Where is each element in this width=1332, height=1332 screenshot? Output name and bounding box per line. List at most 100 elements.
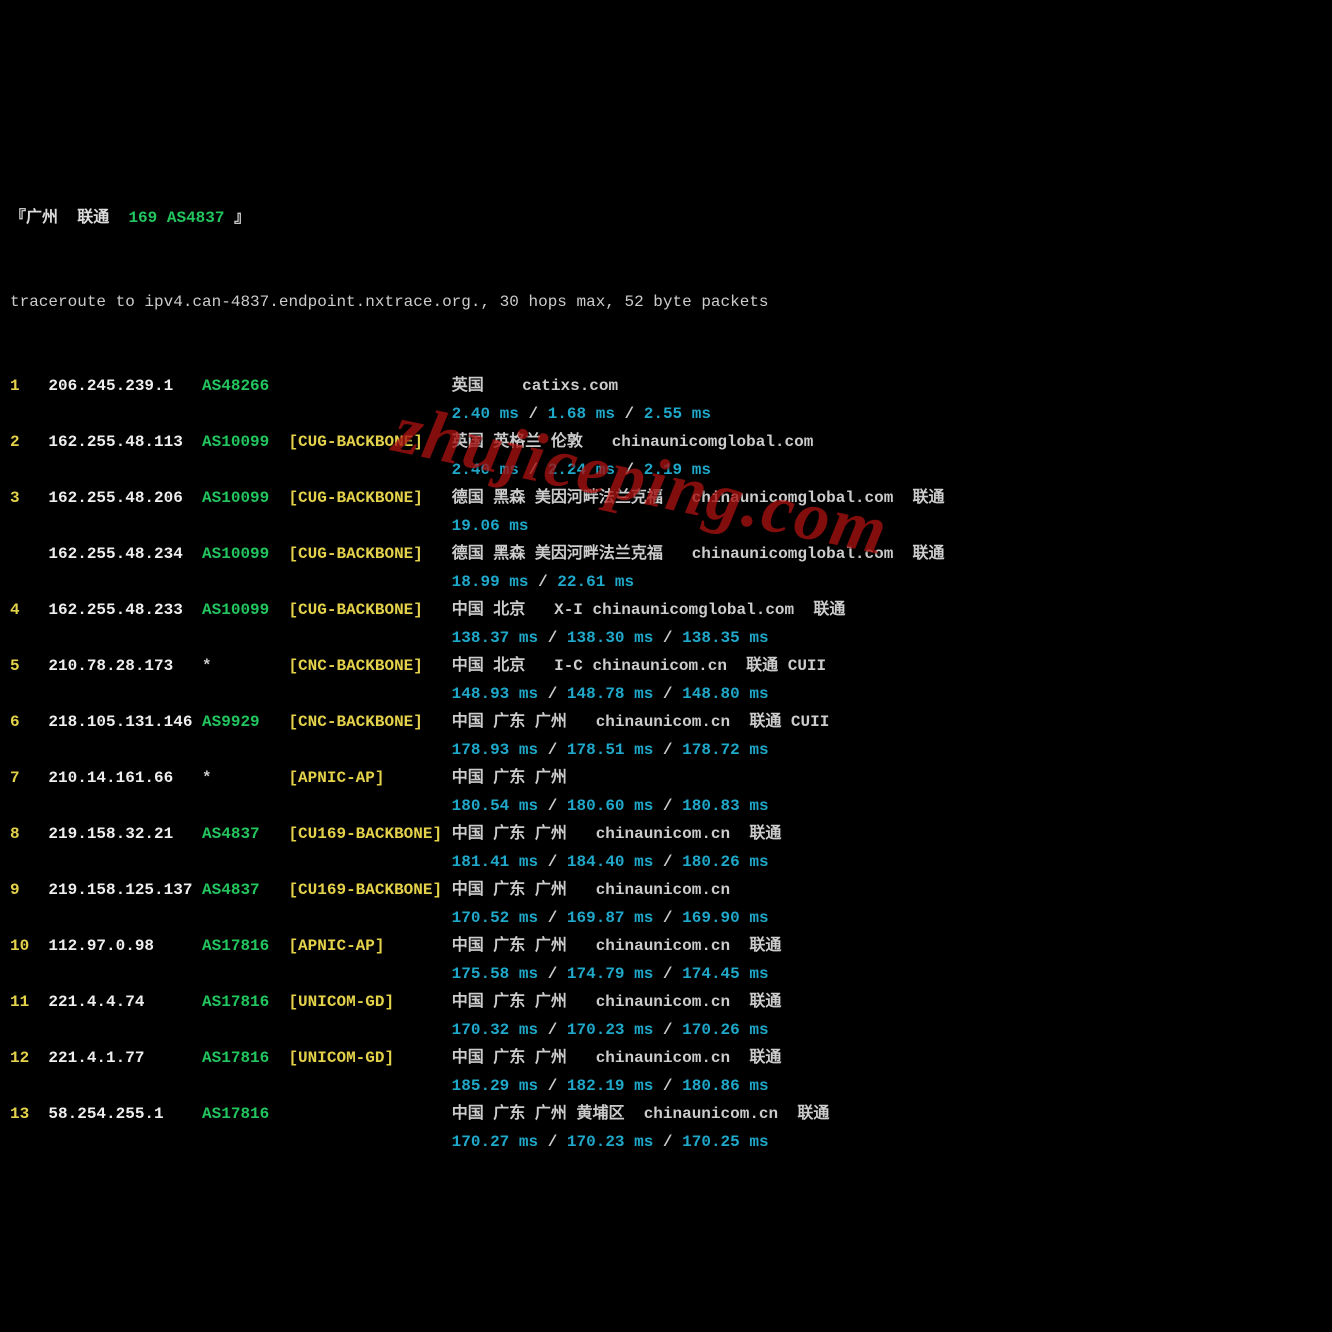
hop-time: 170.26 ms <box>682 1021 768 1039</box>
time-separator: / <box>538 797 567 815</box>
hop-ip: 206.245.239.1 <box>48 377 202 395</box>
time-separator: / <box>538 741 567 759</box>
hop-time: 2.19 ms <box>644 461 711 479</box>
hop-number <box>10 545 48 563</box>
hop-location: 中国 广东 广州 chinaunicom.cn 联通 <box>452 1049 782 1067</box>
hop-ip: 162.255.48.234 <box>48 545 202 563</box>
hop-number: 7 <box>10 769 48 787</box>
hop-time: 181.41 ms <box>452 853 538 871</box>
hop-time: 148.93 ms <box>452 685 538 703</box>
hop-ip: 162.255.48.113 <box>48 433 202 451</box>
hop-times-row: 185.29 ms / 182.19 ms / 180.86 ms <box>10 1072 1322 1100</box>
time-separator: / <box>653 685 682 703</box>
hop-times-row: 148.93 ms / 148.78 ms / 148.80 ms <box>10 680 1322 708</box>
hop-list: 1 206.245.239.1 AS48266 英国 catixs.com 2.… <box>10 372 1322 1156</box>
hop-row: 7 210.14.161.66 * [APNIC-AP] 中国 广东 广州 <box>10 764 1322 792</box>
time-separator: / <box>519 461 548 479</box>
hop-times-row: 170.52 ms / 169.87 ms / 169.90 ms <box>10 904 1322 932</box>
hop-time: 170.27 ms <box>452 1133 538 1151</box>
hop-location: 中国 广东 广州 chinaunicom.cn 联通 <box>452 825 782 843</box>
hop-row: 1 206.245.239.1 AS48266 英国 catixs.com <box>10 372 1322 400</box>
hop-tag: [CUG-BACKBONE] <box>288 433 451 451</box>
hop-time: 18.99 ms <box>452 573 529 591</box>
hop-time: 1.68 ms <box>548 405 615 423</box>
time-separator: / <box>653 797 682 815</box>
hop-number: 3 <box>10 489 48 507</box>
hop-time: 138.35 ms <box>682 629 768 647</box>
hop-location: 中国 北京 I-C chinaunicom.cn 联通 CUII <box>452 657 826 675</box>
hop-tag: [APNIC-AP] <box>288 769 451 787</box>
hop-number: 2 <box>10 433 48 451</box>
hop-time: 170.52 ms <box>452 909 538 927</box>
hop-asn: AS4837 <box>202 825 288 843</box>
hop-number: 8 <box>10 825 48 843</box>
hop-row: 12 221.4.1.77 AS17816 [UNICOM-GD] 中国 广东 … <box>10 1044 1322 1072</box>
hop-number: 1 <box>10 377 48 395</box>
hop-location: 中国 广东 广州 chinaunicom.cn 联通 CUII <box>452 713 830 731</box>
hop-location: 中国 广东 广州 chinaunicom.cn 联通 <box>452 993 782 1011</box>
hop-ip: 112.97.0.98 <box>48 937 202 955</box>
hop-asn: * <box>202 657 288 675</box>
hop-number: 9 <box>10 881 48 899</box>
hop-times-row: 181.41 ms / 184.40 ms / 180.26 ms <box>10 848 1322 876</box>
hop-time: 180.86 ms <box>682 1077 768 1095</box>
hop-asn: AS17816 <box>202 1105 288 1123</box>
hop-location: 中国 北京 X-I chinaunicomglobal.com 联通 <box>452 601 846 619</box>
time-separator: / <box>653 1077 682 1095</box>
hop-time: 2.24 ms <box>548 461 615 479</box>
hop-row: 3 162.255.48.206 AS10099 [CUG-BACKBONE] … <box>10 484 1322 512</box>
hop-tag <box>288 1105 451 1123</box>
hop-location: 德国 黑森 美因河畔法兰克福 chinaunicomglobal.com 联通 <box>452 545 945 563</box>
hop-row: 13 58.254.255.1 AS17816 中国 广东 广州 黄埔区 chi… <box>10 1100 1322 1128</box>
time-separator: / <box>653 1133 682 1151</box>
hop-number: 4 <box>10 601 48 619</box>
hop-time: 180.26 ms <box>682 853 768 871</box>
hop-number: 12 <box>10 1049 48 1067</box>
hop-time: 184.40 ms <box>567 853 653 871</box>
hop-tag: [CUG-BACKBONE] <box>288 545 451 563</box>
hop-asn: * <box>202 769 288 787</box>
hop-tag: [CUG-BACKBONE] <box>288 601 451 619</box>
hop-asn: AS48266 <box>202 377 288 395</box>
hop-location: 中国 广东 广州 黄埔区 chinaunicom.cn 联通 <box>452 1105 830 1123</box>
hop-time: 169.90 ms <box>682 909 768 927</box>
hop-number: 10 <box>10 937 48 955</box>
hop-ip: 218.105.131.146 <box>48 713 202 731</box>
header-asn: 169 AS4837 <box>128 209 224 227</box>
hop-ip: 210.14.161.66 <box>48 769 202 787</box>
hop-number: 6 <box>10 713 48 731</box>
time-separator: / <box>538 909 567 927</box>
hop-ip: 221.4.1.77 <box>48 1049 202 1067</box>
hop-times-row: 138.37 ms / 138.30 ms / 138.35 ms <box>10 624 1322 652</box>
hop-tag: [APNIC-AP] <box>288 937 451 955</box>
hop-row: 6 218.105.131.146 AS9929 [CNC-BACKBONE] … <box>10 708 1322 736</box>
hop-ip: 219.158.125.137 <box>48 881 202 899</box>
hop-time: 185.29 ms <box>452 1077 538 1095</box>
hop-row: 162.255.48.234 AS10099 [CUG-BACKBONE] 德国… <box>10 540 1322 568</box>
hop-row: 11 221.4.4.74 AS17816 [UNICOM-GD] 中国 广东 … <box>10 988 1322 1016</box>
hop-asn: AS17816 <box>202 993 288 1011</box>
hop-tag: [CU169-BACKBONE] <box>288 881 451 899</box>
hop-time: 174.45 ms <box>682 965 768 983</box>
hop-row: 4 162.255.48.233 AS10099 [CUG-BACKBONE] … <box>10 596 1322 624</box>
hop-ip: 162.255.48.206 <box>48 489 202 507</box>
hop-ip: 58.254.255.1 <box>48 1105 202 1123</box>
time-separator: / <box>653 629 682 647</box>
hop-times-row: 170.27 ms / 170.23 ms / 170.25 ms <box>10 1128 1322 1156</box>
hop-times-row: 178.93 ms / 178.51 ms / 178.72 ms <box>10 736 1322 764</box>
hop-time: 174.79 ms <box>567 965 653 983</box>
terminal-output: zhujiceping.com 『广州 联通 169 AS4837 』 trac… <box>10 120 1322 1184</box>
time-separator: / <box>538 1133 567 1151</box>
hop-times-row: 2.40 ms / 1.68 ms / 2.55 ms <box>10 400 1322 428</box>
hop-asn: AS10099 <box>202 489 288 507</box>
hop-time: 169.87 ms <box>567 909 653 927</box>
hop-time: 170.23 ms <box>567 1021 653 1039</box>
time-separator: / <box>538 853 567 871</box>
hop-row: 9 219.158.125.137 AS4837 [CU169-BACKBONE… <box>10 876 1322 904</box>
hop-time: 19.06 ms <box>452 517 529 535</box>
hop-ip: 210.78.28.173 <box>48 657 202 675</box>
hop-asn: AS10099 <box>202 545 288 563</box>
hop-time: 178.51 ms <box>567 741 653 759</box>
hop-tag: [UNICOM-GD] <box>288 993 451 1011</box>
hop-row: 10 112.97.0.98 AS17816 [APNIC-AP] 中国 广东 … <box>10 932 1322 960</box>
